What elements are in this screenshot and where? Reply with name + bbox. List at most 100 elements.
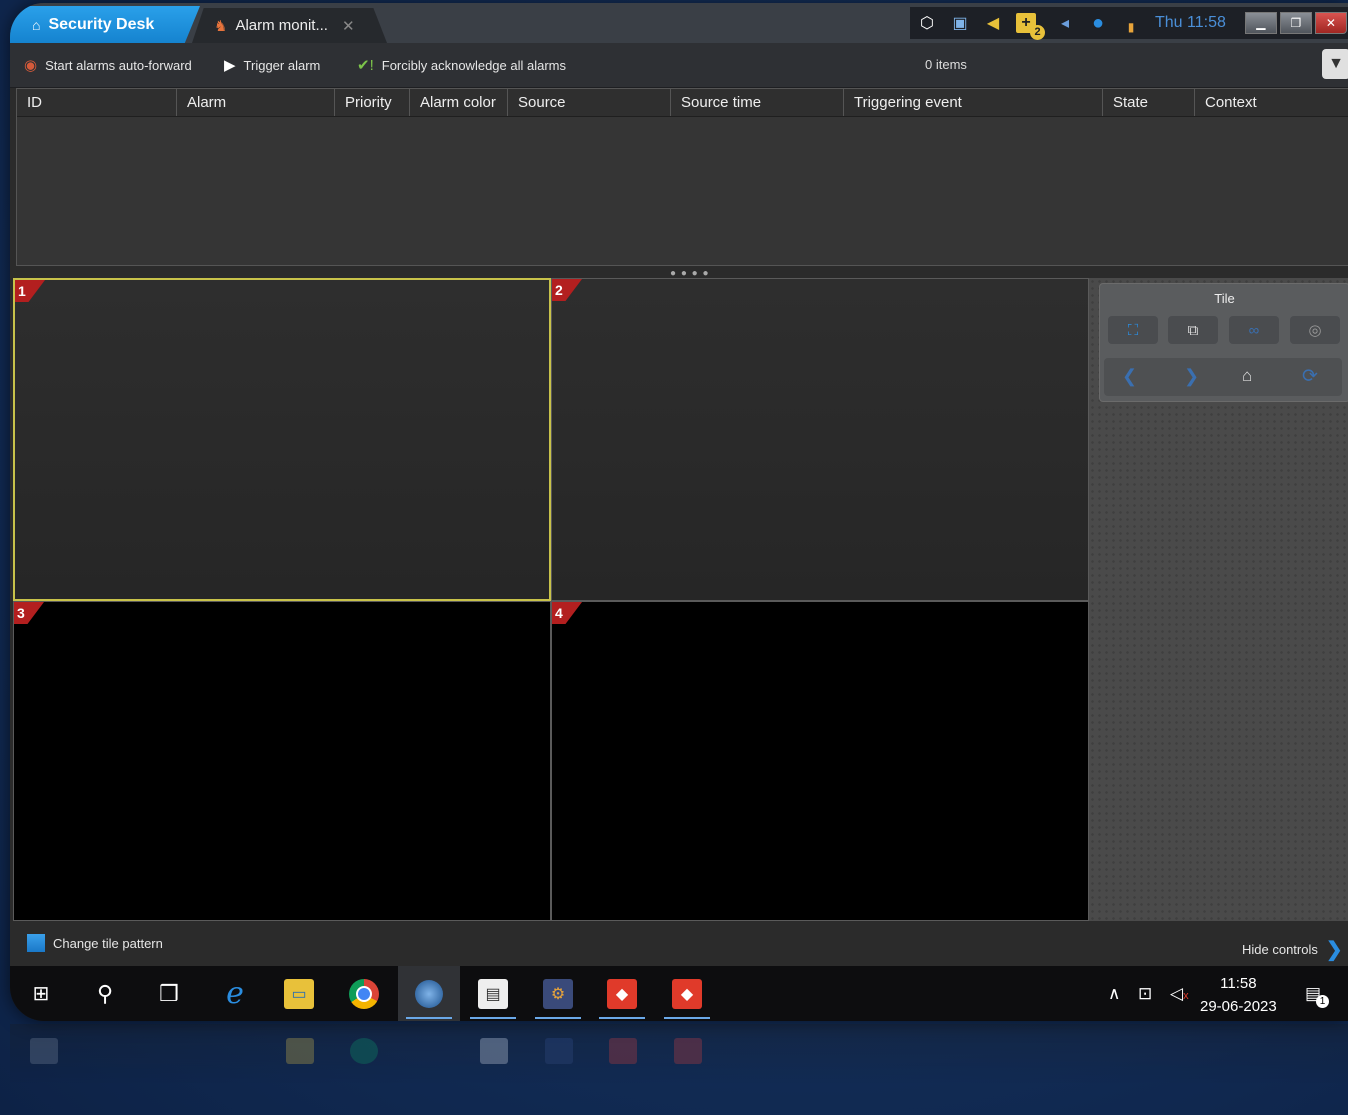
speaker-button[interactable]: ◁x [1170,966,1189,1021]
play-icon: ▶ [224,57,236,74]
change-tile-pattern-button[interactable]: Change tile pattern [27,934,163,952]
tile-number: 3 [14,602,44,624]
trigger-alarm-button[interactable]: ▶ Trigger alarm [224,56,320,74]
tile-navigation: ❮ ❯ ⌂ ⟳ [1104,358,1342,396]
home-nav-icon[interactable]: ⌂ [1242,366,1252,386]
monitor-screen: ⌂ Security Desk ♞ Alarm monit... ✕ ⬡ ▣ ◀… [10,3,1348,1021]
hide-controls-button[interactable]: Hide controls ❯ [1242,937,1343,962]
column-header-id[interactable]: ID [17,89,177,116]
binoculars-button[interactable]: ∞ [1229,316,1279,344]
chevron-right-icon: ❯ [1325,939,1343,961]
tray-badge: 2 [1030,25,1045,40]
close-tab-icon[interactable]: ✕ [342,17,355,35]
announcement-icon[interactable]: ◀ [982,12,1004,34]
binoculars-icon: ∞ [1248,321,1260,339]
remote-desktop-icon: ◆ [672,978,702,1009]
taskbar-chrome[interactable] [333,966,395,1021]
action-center-button[interactable]: ▤ 1 [1305,966,1330,1021]
internet-explorer-icon: e [226,976,244,1011]
filter-button[interactable]: ▼ [1322,49,1348,79]
tile-2[interactable]: 2 [551,278,1089,601]
eraser-icon: ◎ [1308,322,1322,339]
refresh-icon[interactable]: ⟳ [1302,365,1318,388]
folder-icon: ▭ [284,978,314,1009]
health-plus-icon[interactable]: + 2 [1015,12,1045,40]
alarm-toolbar: ◉ Start alarms auto-forward ▶ Trigger al… [10,43,1348,88]
taskbar-app-remote-2[interactable]: ◆ [656,966,718,1021]
column-header-source-time[interactable]: Source time [671,89,844,116]
change-tile-pattern-label: Change tile pattern [53,935,163,951]
table-header: ID Alarm Priority Alarm color Source Sou… [17,89,1348,117]
fullscreen-icon: ⛶ [1127,321,1139,339]
search-button[interactable]: ⚲ [74,966,136,1021]
windows-taskbar: ⊞ ⚲ ❒ e ▭ ▤ ⚙ ◆ ◆ ∧ ⊡ ◁x 11:58 29-06-202… [10,966,1348,1021]
detach-tile-button[interactable]: ⧉ [1168,316,1218,344]
notification-icon: ▤ 1 [1305,984,1330,1008]
gear-app-icon: ⚙ [543,978,573,1009]
tile-3[interactable]: 3 [13,601,551,921]
tab-security-desk[interactable]: ⌂ Security Desk [10,6,200,43]
window-close-button[interactable]: ✕ [1314,12,1347,34]
tile-number: 1 [15,280,45,302]
column-header-alarm[interactable]: Alarm [177,89,335,116]
tile-number: 4 [552,602,582,624]
items-count: 0 items [925,57,967,72]
next-icon[interactable]: ❯ [1184,366,1199,387]
auto-forward-icon: ◉ [24,57,38,74]
minimize-button[interactable]: ▁ [1244,12,1277,34]
tab-security-desk-label: Security Desk [48,15,155,33]
windows-logo-icon: ⊞ [32,983,50,1005]
acknowledge-all-label: Forcibly acknowledge all alarms [381,57,566,73]
task-view-button[interactable]: ❒ [138,966,200,1021]
speaker-muted-icon: ◁x [1170,983,1189,1003]
home-icon: ⌂ [32,16,41,33]
clear-tile-button[interactable]: ◎ [1290,316,1340,344]
taskbar-file-explorer[interactable]: ▭ [268,966,330,1021]
tile-canvas: 1 2 3 4 [13,278,1089,921]
controls-panel: Tile ⛶ ⧉ ∞ ◎ ❮ ❯ ⌂ ⟳ [1089,278,1348,921]
taskbar-security-desk[interactable] [398,966,460,1021]
trigger-alarm-label: Trigger alarm [243,57,321,73]
genetec-logo-icon[interactable]: ⬡ [916,12,938,34]
globe-icon[interactable]: ● [1087,12,1109,34]
tab-alarm-monitoring[interactable]: ♞ Alarm monit... ✕ [192,8,387,43]
tab-alarm-monitoring-label: Alarm monit... [235,17,328,34]
tile-1[interactable]: 1 [13,278,551,601]
remote-desktop-icon: ◆ [607,978,637,1009]
tile-4[interactable]: 4 [551,601,1089,921]
signal-icon: ▮ [1127,20,1135,34]
auto-forward-label: Start alarms auto-forward [45,57,192,73]
filter-icon: ▼ [1328,55,1344,72]
taskbar-app-document[interactable]: ▤ [462,966,524,1021]
fullscreen-button[interactable]: ⛶ [1108,316,1158,344]
column-header-alarm-color[interactable]: Alarm color [410,89,508,116]
chevron-up-icon: ∧ [1108,983,1121,1003]
volume-icon[interactable]: ◂ [1054,12,1076,34]
alarm-monitoring-icon: ♞ [214,17,228,35]
auto-forward-button[interactable]: ◉ Start alarms auto-forward [24,56,192,74]
title-clock: Thu 11:58 [1155,14,1226,31]
column-header-priority[interactable]: Priority [335,89,410,116]
column-header-source[interactable]: Source [508,89,671,116]
restore-button[interactable]: ❐ [1279,12,1312,34]
task-view-icon: ❒ [159,980,179,1006]
column-header-context[interactable]: Context [1195,89,1348,116]
network-icon: ⊡ [1138,983,1153,1003]
column-header-state[interactable]: State [1103,89,1195,116]
acknowledge-all-button[interactable]: ✔! Forcibly acknowledge all alarms [357,56,566,74]
taskbar-app-gear[interactable]: ⚙ [527,966,589,1021]
start-button[interactable]: ⊞ [10,966,72,1021]
monitor-icon[interactable]: ▣ [949,12,971,34]
taskbar-time: 11:58 [1220,975,1257,992]
column-header-triggering-event[interactable]: Triggering event [844,89,1103,116]
taskbar-edge[interactable]: e [204,966,266,1021]
app-tray: ⬡ ▣ ◀ + 2 ◂ ● ▮ Thu 11:58 ▁ ❐ ✕ [910,7,1348,40]
network-button[interactable]: ⊡ [1138,966,1152,1021]
show-hidden-icons-button[interactable]: ∧ [1108,966,1120,1021]
taskbar-app-remote-1[interactable]: ◆ [591,966,653,1021]
previous-icon[interactable]: ❮ [1122,366,1137,387]
tile-pattern-icon [27,934,45,952]
alarm-table: ID Alarm Priority Alarm color Source Sou… [16,88,1348,266]
taskbar-clock[interactable]: 11:58 29-06-2023 [1200,972,1277,1018]
screen-reflection [10,1024,1348,1115]
